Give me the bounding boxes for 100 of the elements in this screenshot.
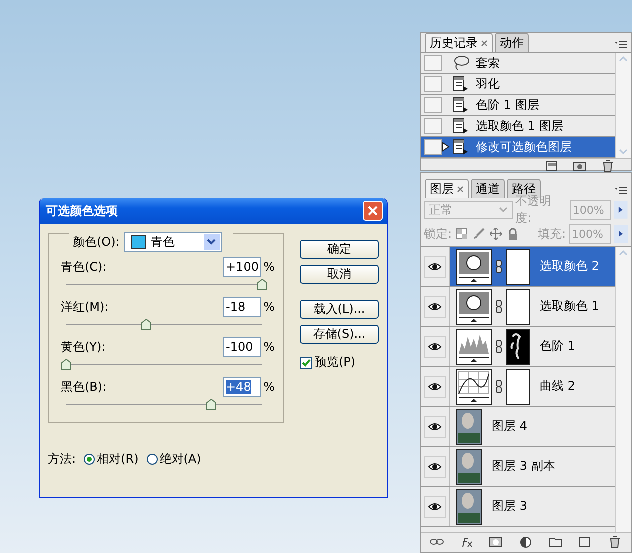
- visibility-toggle[interactable]: [424, 296, 446, 318]
- visibility-toggle[interactable]: [424, 336, 446, 358]
- eye-icon: [428, 342, 442, 350]
- arrow-right-icon[interactable]: [614, 225, 628, 243]
- lock-label: 锁定:: [424, 226, 452, 242]
- slider-thumb[interactable]: [257, 279, 268, 290]
- dropdown-value: 青色: [150, 234, 176, 250]
- slider-label: 青色(C):: [61, 258, 108, 276]
- value-field[interactable]: +100: [223, 257, 261, 277]
- chevron-down-icon: [498, 207, 508, 213]
- checkbox-label: 预览(P): [315, 354, 356, 371]
- percent-label: %: [262, 340, 275, 354]
- adjustment-layer-thumbnail: [456, 248, 492, 284]
- menu-icon[interactable]: [615, 187, 627, 195]
- adjustment-layer-thumbnail: [456, 328, 492, 364]
- fill-label: 填充:: [538, 226, 566, 242]
- move-icon[interactable]: [490, 228, 502, 240]
- layer-mask-thumbnail: [506, 248, 530, 284]
- value-field[interactable]: +48: [223, 377, 261, 397]
- eye-icon: [428, 462, 442, 470]
- history-item[interactable]: 修改可选颜色图层: [421, 137, 615, 158]
- window-title: 可选颜色选项: [46, 202, 118, 220]
- dialog-button[interactable]: 存储(S)...: [300, 325, 379, 344]
- chevron-down-icon: [207, 239, 216, 245]
- radio-label: 相对(R): [97, 451, 139, 468]
- visibility-toggle[interactable]: [424, 376, 446, 398]
- panel-tab[interactable]: 通道: [471, 179, 505, 198]
- trash-icon[interactable]: [608, 536, 622, 549]
- new-document-icon[interactable]: [545, 160, 559, 173]
- slider-thumb[interactable]: [206, 399, 218, 410]
- chevron-down-icon: [619, 149, 628, 155]
- radio-button[interactable]: [84, 454, 96, 465]
- layer-row[interactable]: 曲线 2: [421, 367, 615, 407]
- color-dropdown[interactable]: 青色: [124, 232, 222, 252]
- layer-row[interactable]: 色阶 1: [421, 327, 615, 367]
- chain-link-icon: [496, 300, 502, 314]
- visibility-toggle[interactable]: [424, 416, 446, 438]
- preview-checkbox[interactable]: [300, 356, 312, 368]
- camera-icon[interactable]: [573, 160, 587, 173]
- scrollbar[interactable]: [615, 53, 631, 158]
- close-icon: [457, 186, 464, 192]
- scrollbar[interactable]: [615, 247, 631, 532]
- radio-label: 绝对(A): [160, 451, 202, 468]
- value-field[interactable]: -18: [223, 297, 261, 317]
- dialog-button[interactable]: 取消: [300, 265, 379, 284]
- half-circle-icon[interactable]: [518, 536, 533, 549]
- lock-icon[interactable]: [507, 228, 520, 240]
- percent-label: %: [262, 300, 275, 314]
- history-item[interactable]: 套索: [421, 53, 615, 74]
- layer-row[interactable]: 图层 3: [421, 487, 615, 527]
- history-item[interactable]: 色阶 1 图层: [421, 95, 615, 116]
- chain-link-icon: [496, 380, 502, 394]
- document-icon: [452, 97, 470, 113]
- adjustment-layer-thumbnail: [456, 288, 492, 324]
- folder-icon[interactable]: [548, 536, 563, 549]
- close-icon: [481, 40, 488, 46]
- slider-label: 黑色(B):: [61, 378, 108, 396]
- transparency-lock-icon[interactable]: [456, 228, 468, 240]
- value-field[interactable]: -100: [223, 337, 261, 357]
- eye-icon: [428, 382, 442, 390]
- layer-row[interactable]: 选取颜色 1: [421, 287, 615, 327]
- menu-icon[interactable]: [615, 41, 627, 49]
- layer-row[interactable]: 图层 3 副本: [421, 447, 615, 487]
- slider-thumb[interactable]: [141, 319, 152, 330]
- fx-icon[interactable]: [460, 536, 474, 549]
- layer-thumbnail: [456, 448, 482, 484]
- visibility-toggle[interactable]: [424, 456, 446, 478]
- dropdown-arrow-button[interactable]: [204, 234, 220, 250]
- slider-label: 黄色(Y):: [61, 338, 107, 356]
- arrow-right-icon[interactable]: [614, 201, 628, 219]
- dialog-button[interactable]: 确定: [300, 240, 379, 259]
- mask-icon[interactable]: [489, 536, 504, 549]
- radio-button[interactable]: [146, 454, 158, 465]
- radio-option[interactable]: 绝对(A): [146, 451, 202, 468]
- layer-mask-thumbnail: [506, 328, 530, 364]
- panel-tab[interactable]: 图层: [425, 179, 469, 198]
- history-item[interactable]: 羽化: [421, 74, 615, 95]
- slider-thumb[interactable]: [61, 359, 72, 370]
- slider-label: 洋红(M):: [61, 298, 110, 316]
- chain-link-icon: [496, 340, 502, 354]
- layer-thumbnail: [456, 408, 482, 444]
- radio-option[interactable]: 相对(R): [84, 451, 139, 468]
- visibility-toggle[interactable]: [424, 496, 446, 518]
- document-icon: [452, 118, 470, 134]
- percent-label: %: [262, 260, 275, 274]
- document-icon: [452, 76, 470, 92]
- eye-icon: [428, 422, 442, 430]
- lasso-icon: [452, 55, 470, 71]
- eye-icon: [428, 502, 442, 510]
- layer-row[interactable]: 图层 4: [421, 407, 615, 447]
- panel-tab[interactable]: 动作: [495, 33, 529, 52]
- visibility-toggle[interactable]: [424, 256, 446, 278]
- close-button[interactable]: [363, 201, 383, 221]
- brush-icon[interactable]: [473, 228, 486, 240]
- new-layer-icon[interactable]: [578, 536, 592, 549]
- color-label: 颜色(O):: [73, 234, 120, 250]
- document-icon: [452, 139, 470, 155]
- dialog-button[interactable]: 载入(L)...: [300, 300, 379, 319]
- panel-tab[interactable]: 历史记录: [425, 33, 493, 52]
- eye-icon: [428, 302, 442, 310]
